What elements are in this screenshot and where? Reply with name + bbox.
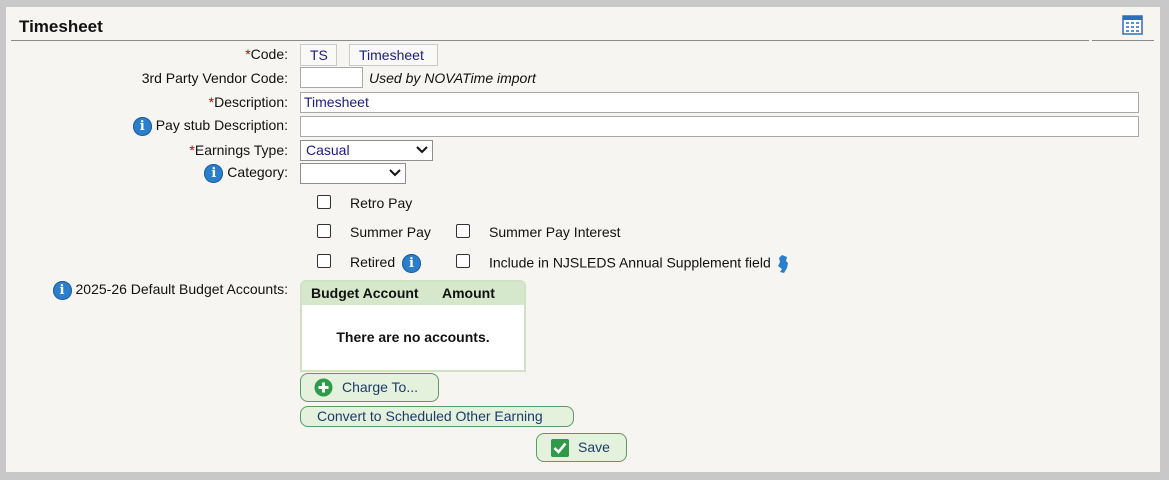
budget-accounts-table: Budget Account Amount There are no accou… [300, 280, 526, 372]
checkbox-checked-icon [551, 439, 569, 457]
vendor-code-input[interactable] [300, 67, 363, 88]
code-label: *Code: [245, 46, 288, 62]
save-label: Save [578, 439, 610, 455]
pay-stub-description-input[interactable] [300, 116, 1139, 137]
code-name-value: Timesheet [349, 44, 438, 66]
njsleds-checkbox[interactable] [456, 254, 470, 268]
info-icon[interactable]: i [52, 281, 72, 300]
description-input[interactable]: Timesheet [300, 92, 1139, 113]
page-title: Timesheet [19, 17, 103, 36]
earnings-type-label-text: Earnings Type: [194, 142, 288, 158]
new-jersey-icon [777, 255, 788, 273]
vendor-code-note: Used by NOVATime import [369, 70, 536, 86]
charge-to-label: Charge To... [342, 379, 419, 395]
earnings-type-value: Casual [306, 142, 350, 158]
plus-circle-icon [314, 378, 333, 397]
save-button[interactable]: Save [536, 433, 627, 462]
description-label-text: Description: [214, 94, 288, 110]
info-icon[interactable]: i [204, 164, 224, 183]
column-header-budget-account: Budget Account [311, 285, 419, 301]
pay-stub-label: i Pay stub Description: [132, 117, 288, 136]
budget-empty-message: There are no accounts. [336, 329, 490, 345]
budget-table-header: Budget Account Amount [302, 282, 524, 305]
category-label-text: Category: [227, 164, 288, 181]
title-divider [11, 40, 1089, 41]
convert-button[interactable]: Convert to Scheduled Other Earning [300, 406, 574, 427]
code-value: TS [300, 44, 337, 66]
njsleds-label-text: Include in NJSLEDS Annual Supplement fie… [489, 254, 771, 271]
njsleds-label: Include in NJSLEDS Annual Supplement fie… [489, 254, 789, 274]
timesheet-panel: Timesheet *Code: TS Timesheet 3rd Party … [6, 7, 1160, 472]
earnings-type-label: *Earnings Type: [189, 142, 288, 158]
vendor-code-label: 3rd Party Vendor Code: [141, 70, 288, 86]
info-icon[interactable]: i [132, 117, 152, 136]
convert-label: Convert to Scheduled Other Earning [317, 408, 543, 424]
description-label: *Description: [209, 94, 288, 110]
retired-label: Retired i [350, 254, 425, 273]
summer-pay-checkbox[interactable] [317, 224, 331, 238]
budget-accounts-label: i 2025-26 Default Budget Accounts: [52, 281, 288, 300]
chevron-down-icon [389, 169, 401, 177]
column-header-amount: Amount [442, 285, 495, 301]
retired-checkbox[interactable] [317, 254, 331, 268]
earnings-type-select[interactable]: Casual [300, 140, 433, 161]
summer-pay-label: Summer Pay [350, 224, 431, 240]
chevron-down-icon [416, 146, 428, 154]
summer-pay-interest-checkbox[interactable] [456, 224, 470, 238]
pay-stub-label-text: Pay stub Description: [155, 117, 288, 134]
retro-pay-checkbox[interactable] [317, 195, 331, 209]
summer-pay-interest-label: Summer Pay Interest [489, 224, 621, 240]
info-icon[interactable]: i [402, 254, 422, 273]
category-select[interactable] [300, 163, 406, 184]
category-label: i Category: [204, 164, 288, 183]
code-label-text: Code: [250, 46, 288, 62]
retro-pay-label: Retro Pay [350, 195, 413, 211]
retired-label-text: Retired [350, 254, 396, 271]
charge-to-button[interactable]: Charge To... [300, 373, 439, 402]
calendar-icon[interactable] [1122, 14, 1143, 35]
title-divider-right [1092, 40, 1154, 41]
budget-accounts-label-text: 2025-26 Default Budget Accounts: [75, 281, 288, 298]
